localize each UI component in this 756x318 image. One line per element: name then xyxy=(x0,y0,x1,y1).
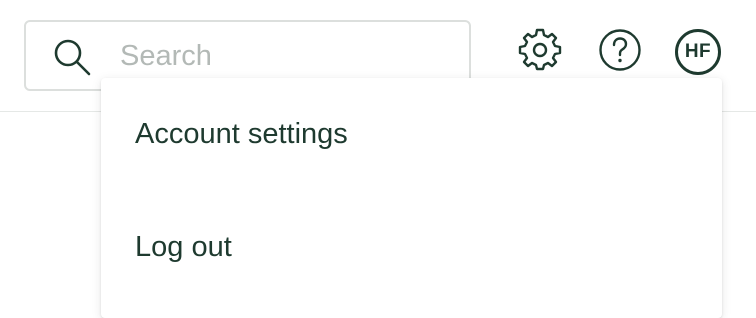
search-input[interactable] xyxy=(120,34,450,78)
account-dropdown-menu: Account settings Log out xyxy=(101,78,722,318)
menu-item-account-settings[interactable]: Account settings xyxy=(135,118,348,151)
user-avatar[interactable]: HF xyxy=(675,29,721,75)
help-icon xyxy=(598,28,642,77)
settings-button[interactable] xyxy=(518,28,562,77)
help-button[interactable] xyxy=(598,28,642,77)
menu-item-log-out[interactable]: Log out xyxy=(135,231,232,264)
gear-icon xyxy=(518,28,562,77)
search-icon xyxy=(52,37,92,77)
